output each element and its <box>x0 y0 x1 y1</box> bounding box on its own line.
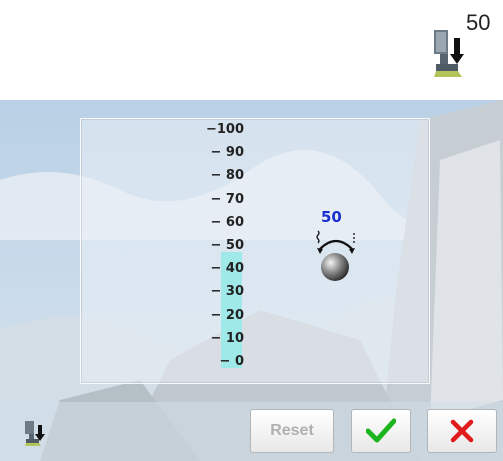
scale-label: − 70 <box>210 191 244 207</box>
reset-button[interactable]: Reset <box>250 409 334 453</box>
scale-label: − 50 <box>210 238 244 253</box>
value-panel <box>80 118 430 384</box>
presser-foot-down-icon[interactable] <box>24 420 48 446</box>
scale-label: − 60 <box>210 214 244 230</box>
cancel-button[interactable] <box>427 409 497 453</box>
scale-label: − 10 <box>210 330 244 346</box>
scale-label: − 0 <box>219 354 244 369</box>
presser-foot-down-icon <box>434 30 464 77</box>
scale-label: − 40 <box>210 261 244 277</box>
scale-label: − 90 <box>210 145 244 161</box>
close-icon <box>450 419 474 443</box>
scale-label: − 80 <box>210 168 244 184</box>
current-value: 50 <box>321 208 342 226</box>
scale-label: −100 <box>205 122 244 137</box>
scale-label: − 20 <box>210 307 244 323</box>
confirm-button[interactable] <box>351 409 411 453</box>
knob-rotate-icon[interactable] <box>314 227 358 285</box>
check-icon <box>366 418 396 443</box>
scale-label: − 30 <box>210 284 244 300</box>
status-area: 50 <box>0 0 503 100</box>
presser-foot-value: 50 <box>466 10 491 35</box>
